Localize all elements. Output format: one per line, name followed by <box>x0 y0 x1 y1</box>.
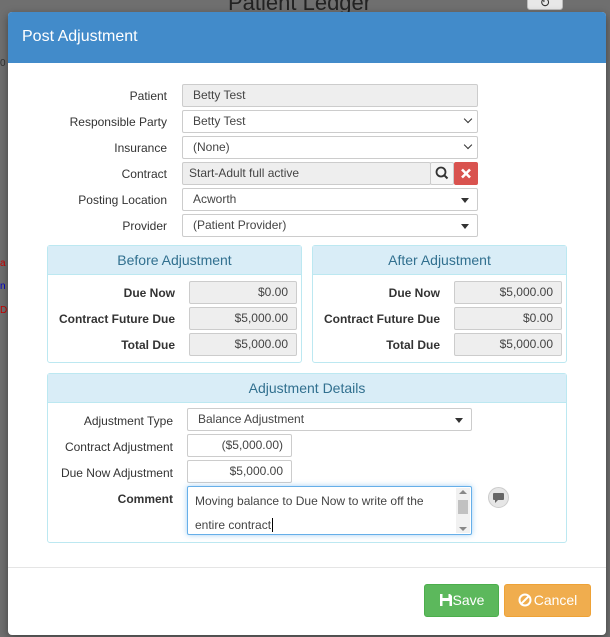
provider-select[interactable]: (Patient Provider) <box>182 214 478 237</box>
before-contract-future-due-label: Contract Future Due <box>58 312 175 326</box>
before-contract-future-due-value: $5,000.00 <box>189 307 297 330</box>
background-fragment: D <box>0 305 8 316</box>
comment-label: Comment <box>117 492 173 506</box>
after-due-now-label: Due Now <box>388 286 440 300</box>
ban-icon <box>518 593 532 607</box>
after-total-due-label: Total Due <box>386 338 440 352</box>
before-total-due-value: $5,000.00 <box>189 333 297 356</box>
responsible-party-label: Responsible Party <box>69 115 167 129</box>
responsible-party-select[interactable]: Betty Test <box>182 110 478 133</box>
post-adjustment-modal: Post Adjustment Patient Betty Test Respo… <box>8 12 606 635</box>
after-adjustment-panel: After Adjustment Due Now $5,000.00 Contr… <box>312 245 567 363</box>
posting-location-label: Posting Location <box>78 193 167 207</box>
before-adjustment-panel: Before Adjustment Due Now $0.00 Contract… <box>47 245 302 363</box>
background-fragment: a <box>0 258 6 269</box>
patient-field[interactable]: Betty Test <box>182 84 478 107</box>
close-icon <box>461 168 471 179</box>
adjustment-details-title: Adjustment Details <box>48 374 566 403</box>
adjustment-type-label: Adjustment Type <box>83 414 173 428</box>
caret-down-icon <box>461 224 469 229</box>
floppy-disk-icon <box>439 594 452 606</box>
comment-line-2: entire contract <box>195 517 449 533</box>
scrollbar-thumb[interactable] <box>458 500 468 514</box>
contract-search-button[interactable] <box>430 162 454 185</box>
before-total-due-label: Total Due <box>121 338 175 352</box>
insurance-label: Insurance <box>114 141 167 155</box>
contract-field[interactable]: Start-Adult full active <box>182 162 431 185</box>
comment-button[interactable] <box>488 487 509 508</box>
save-button[interactable]: Save <box>424 584 499 617</box>
scroll-down-arrow-icon[interactable] <box>459 527 467 531</box>
text-cursor <box>272 518 274 532</box>
background-fragment: n <box>0 281 6 292</box>
contract-clear-button[interactable] <box>454 162 478 185</box>
adjustment-type-select[interactable]: Balance Adjustment <box>187 408 472 431</box>
search-icon <box>435 166 449 180</box>
caret-down-icon <box>455 418 463 423</box>
due-now-adjustment-label: Due Now Adjustment <box>60 466 173 480</box>
comment-line-1: Moving balance to Due Now to write off t… <box>195 494 424 508</box>
comment-line-2-text: entire contract <box>195 518 272 532</box>
responsible-party-value: Betty Test <box>193 114 246 128</box>
scroll-up-arrow-icon[interactable] <box>459 490 467 494</box>
cancel-label: Cancel <box>533 592 578 608</box>
patient-label: Patient <box>129 89 167 103</box>
caret-down-icon <box>461 198 469 203</box>
after-due-now-value: $5,000.00 <box>454 281 562 304</box>
insurance-select[interactable]: (None) <box>182 136 478 159</box>
modal-title: Post Adjustment <box>8 12 606 63</box>
after-total-due-value: $5,000.00 <box>454 333 562 356</box>
chevron-down-icon <box>463 114 473 124</box>
comment-scrollbar[interactable] <box>456 488 470 533</box>
after-adjustment-title: After Adjustment <box>313 246 566 275</box>
comment-icon <box>493 493 504 503</box>
posting-location-select[interactable]: Acworth <box>182 188 478 211</box>
comment-textarea[interactable]: Moving balance to Due Now to write off t… <box>187 486 472 535</box>
adjustment-type-value: Balance Adjustment <box>198 412 305 426</box>
chevron-down-icon <box>463 140 473 150</box>
due-now-adjustment-input[interactable]: $5,000.00 <box>187 460 292 483</box>
cancel-button[interactable]: Cancel <box>504 584 591 617</box>
after-contract-future-due-label: Contract Future Due <box>323 312 440 326</box>
before-due-now-value: $0.00 <box>189 281 297 304</box>
adjustment-details-panel: Adjustment Details Adjustment Type Balan… <box>47 373 567 543</box>
provider-label: Provider <box>122 219 167 233</box>
insurance-value: (None) <box>193 140 230 154</box>
background-fragment: 0 <box>0 58 6 69</box>
contract-adjustment-input[interactable]: ($5,000.00) <box>187 434 292 457</box>
posting-location-value: Acworth <box>193 192 237 206</box>
after-contract-future-due-value: $0.00 <box>454 307 562 330</box>
provider-value: (Patient Provider) <box>193 218 287 232</box>
contract-adjustment-label: Contract Adjustment <box>64 440 173 454</box>
modal-footer: Save Cancel <box>8 567 606 635</box>
save-label: Save <box>452 592 485 608</box>
refresh-icon[interactable]: ↻ <box>527 0 563 10</box>
before-adjustment-title: Before Adjustment <box>48 246 301 275</box>
before-due-now-label: Due Now <box>123 286 175 300</box>
contract-label: Contract <box>121 167 167 181</box>
